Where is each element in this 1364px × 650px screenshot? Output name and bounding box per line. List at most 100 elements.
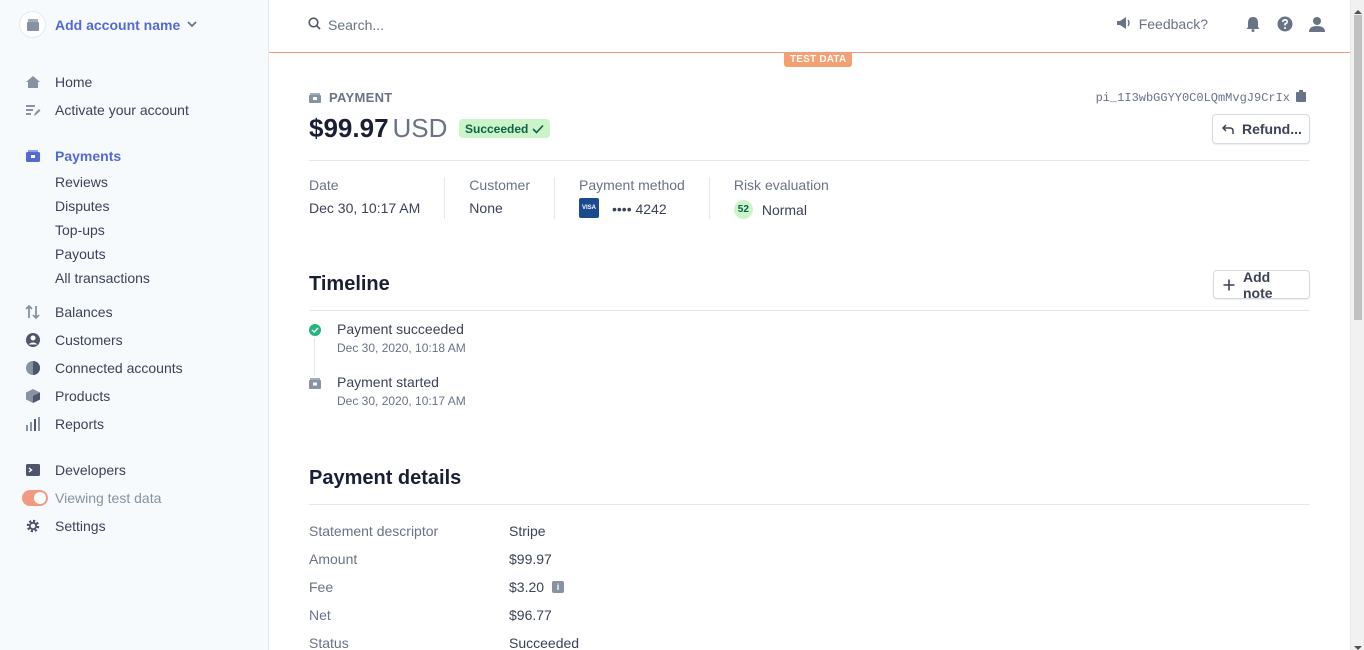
- nav-developers[interactable]: Developers: [24, 460, 126, 480]
- home-icon: [24, 73, 42, 91]
- undo-icon: [1222, 123, 1234, 135]
- timeline-connector: [314, 338, 315, 376]
- amount-value: $99.97: [309, 113, 389, 143]
- gear-icon: [24, 517, 42, 535]
- detail-row: Amount $99.97: [309, 551, 552, 567]
- timeline-divider: [309, 310, 1310, 311]
- amount-currency: USD: [392, 113, 448, 143]
- customer-icon: [24, 331, 42, 349]
- detail-key: Fee: [309, 579, 334, 595]
- nav-test-data-toggle[interactable]: Viewing test data: [22, 488, 162, 508]
- nav-home[interactable]: Home: [24, 72, 92, 92]
- detail-value: Succeeded: [509, 635, 580, 650]
- detail-row: Status Succeeded: [309, 635, 579, 650]
- detail-row: Net $96.77: [309, 607, 552, 623]
- detail-key: Status: [309, 635, 349, 650]
- detail-key: Net: [309, 607, 331, 623]
- payment-id[interactable]: pi_1I3wbGGYY0C0LQmMvgJ9CrIx: [1096, 90, 1306, 106]
- payments-icon: [24, 147, 42, 165]
- details-divider: [309, 504, 1310, 505]
- nav-reviews[interactable]: Reviews: [55, 172, 108, 192]
- nav-all-transactions[interactable]: All transactions: [55, 268, 150, 288]
- detail-key: Statement descriptor: [309, 523, 439, 539]
- globe-icon: [24, 359, 42, 377]
- scroll-thumb[interactable]: [1354, 15, 1362, 320]
- nav-settings-label: Settings: [55, 518, 106, 534]
- payment-icon: [309, 376, 321, 389]
- nav-test-data-label: Viewing test data: [55, 490, 162, 506]
- search-input[interactable]: Search...: [308, 17, 384, 33]
- add-note-button[interactable]: Add note: [1213, 269, 1310, 301]
- visa-icon: VISA: [578, 198, 599, 218]
- search-placeholder: Search...: [328, 17, 385, 33]
- nav-reports-label: Reports: [55, 416, 105, 432]
- nav-balances[interactable]: Balances: [24, 302, 113, 322]
- nav-connected-label: Connected accounts: [55, 360, 183, 376]
- nav-products[interactable]: Products: [24, 386, 110, 406]
- payment-icon: [309, 92, 321, 103]
- nav-balances-label: Balances: [55, 304, 113, 320]
- timeline-title: Timeline: [309, 273, 390, 295]
- info-icon[interactable]: i: [552, 581, 565, 593]
- summary-payment-method: Payment method VISA •••• 4242: [578, 177, 710, 219]
- top-actions: Feedback?: [1116, 15, 1326, 33]
- bell-icon[interactable]: [1244, 15, 1262, 33]
- nav-payments[interactable]: Payments: [24, 146, 121, 166]
- nav-products-label: Products: [55, 388, 111, 404]
- check-icon: [532, 124, 544, 134]
- check-circle-icon: [309, 323, 321, 336]
- test-data-badge: TEST DATA: [784, 53, 853, 67]
- sidebar: Add account name Home Activate your acco…: [0, 0, 269, 650]
- megaphone-icon: [1116, 16, 1132, 33]
- card-last4: •••• 4242: [611, 201, 667, 217]
- chevron-down-icon: [186, 17, 198, 33]
- edit-list-icon: [24, 101, 42, 119]
- timeline-event-time: Dec 30, 2020, 10:18 AM: [337, 341, 466, 355]
- nav-payouts[interactable]: Payouts: [55, 244, 106, 264]
- nav-developers-label: Developers: [55, 462, 126, 478]
- nav-activate-label: Activate your account: [55, 102, 189, 118]
- refund-button[interactable]: Refund...: [1212, 114, 1310, 144]
- test-data-toggle[interactable]: [22, 490, 48, 506]
- account-switcher[interactable]: Add account name: [19, 11, 198, 38]
- account-logo-icon: [19, 11, 46, 38]
- feedback-button[interactable]: Feedback?: [1116, 16, 1208, 33]
- account-name: Add account name: [55, 16, 181, 33]
- summary-date: Date Dec 30, 10:17 AM: [309, 177, 446, 219]
- help-icon[interactable]: [1276, 15, 1294, 33]
- user-icon[interactable]: [1308, 15, 1326, 33]
- detail-key: Amount: [309, 551, 358, 567]
- nav-home-label: Home: [55, 74, 93, 90]
- timeline-event-title: Payment started: [337, 374, 439, 390]
- search-icon: [308, 17, 321, 33]
- nav-customers-label: Customers: [55, 332, 123, 348]
- page-scrollbar[interactable]: [1350, 0, 1364, 650]
- scroll-down-icon[interactable]: [1354, 639, 1362, 650]
- nav-connected-accounts[interactable]: Connected accounts: [24, 358, 183, 378]
- nav-topups[interactable]: Top-ups: [55, 220, 105, 240]
- nav-reports[interactable]: Reports: [24, 414, 104, 434]
- detail-value: $99.97: [509, 551, 552, 567]
- payment-label: PAYMENT: [309, 90, 393, 105]
- terminal-icon: [24, 461, 42, 479]
- detail-value: Stripe: [509, 523, 546, 539]
- balances-icon: [24, 303, 42, 321]
- risk-level: Normal: [761, 201, 807, 218]
- plus-icon: [1223, 279, 1235, 291]
- header-divider: [309, 160, 1310, 161]
- nav-settings[interactable]: Settings: [24, 516, 106, 536]
- copy-icon[interactable]: [1296, 90, 1306, 106]
- nav-payments-label: Payments: [55, 148, 122, 164]
- nav-activate[interactable]: Activate your account: [24, 100, 189, 120]
- reports-icon: [24, 415, 42, 433]
- top-bar: Search... Feedback?: [269, 0, 1350, 53]
- detail-row: Statement descriptor Stripe: [309, 523, 546, 539]
- nav-disputes[interactable]: Disputes: [55, 196, 109, 216]
- scroll-up-icon[interactable]: [1354, 3, 1362, 14]
- summary-risk: Risk evaluation 52 Normal: [733, 177, 829, 219]
- risk-score-badge: 52: [733, 200, 753, 219]
- nav-customers[interactable]: Customers: [24, 330, 123, 350]
- detail-row: Fee $3.20 i: [309, 579, 565, 595]
- payment-details-title: Payment details: [309, 467, 462, 489]
- payment-summary: Date Dec 30, 10:17 AM Customer None Paym…: [309, 177, 877, 219]
